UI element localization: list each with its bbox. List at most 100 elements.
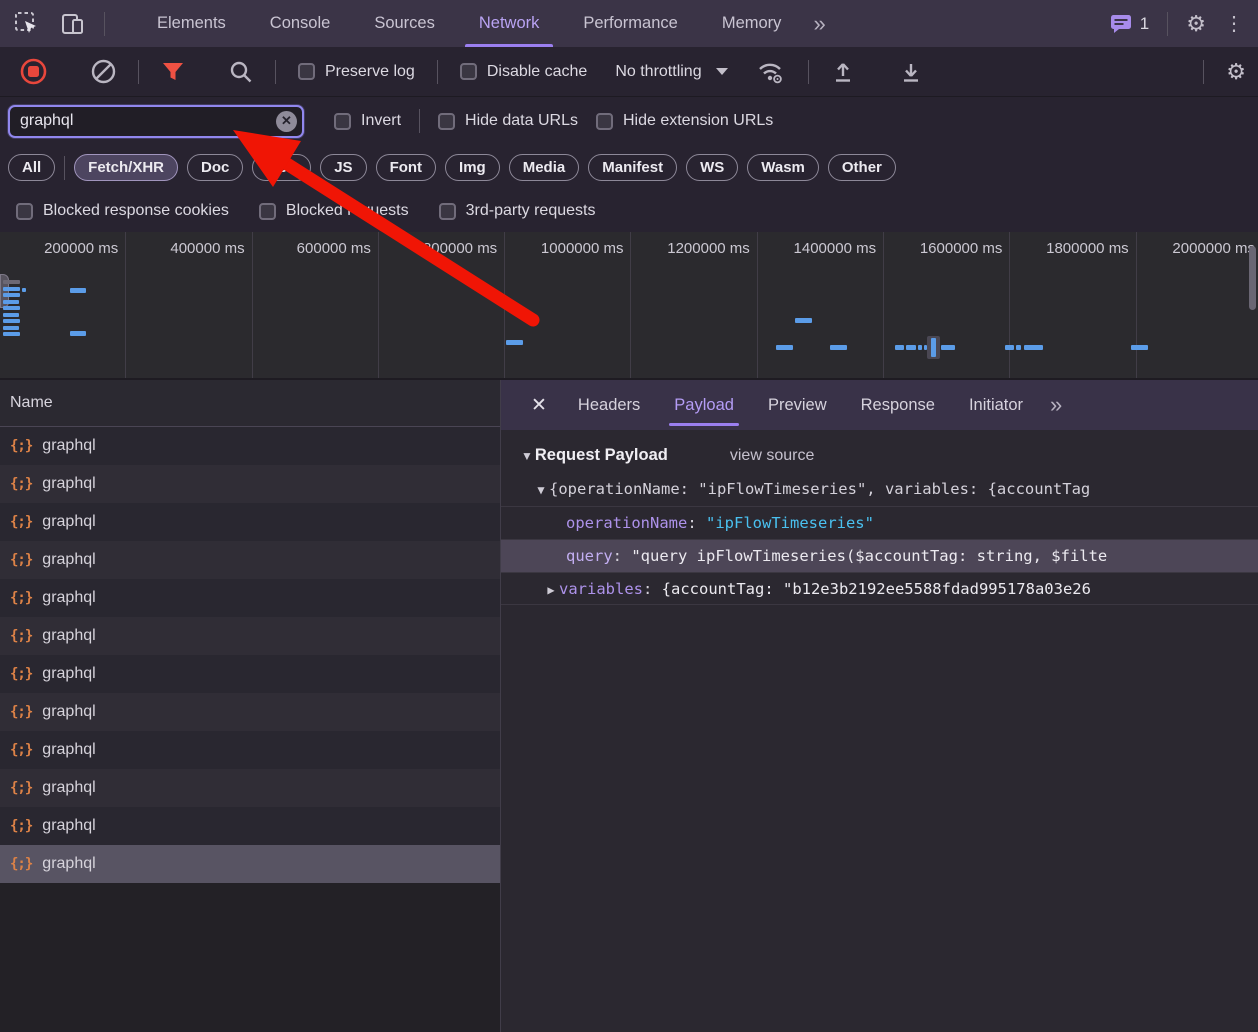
timeline-column: 2000000 ms (1137, 232, 1258, 378)
filter-bar: ✕ Invert Hide data URLs Hide extension U… (0, 97, 1258, 145)
divider (64, 156, 65, 180)
network-conditions-icon[interactable] (756, 59, 786, 85)
third-party-requests-checkbox[interactable]: 3rd-party requests (439, 202, 596, 220)
hide-data-urls-checkbox[interactable]: Hide data URLs (438, 112, 578, 130)
tab-response[interactable]: Response (844, 380, 952, 430)
clear-filter-icon[interactable]: ✕ (276, 111, 297, 132)
invert-checkbox[interactable]: Invert (334, 112, 401, 130)
filter-input[interactable] (8, 105, 304, 138)
import-har-icon[interactable] (831, 60, 855, 84)
filter-icon[interactable] (161, 61, 185, 83)
tab-network[interactable]: Network (457, 0, 562, 47)
timeline-tick-label: 800000 ms (423, 240, 497, 257)
tab-payload[interactable]: Payload (657, 380, 751, 430)
timeline-column: 400000 ms (126, 232, 252, 378)
timeline-column: 1400000 ms (758, 232, 884, 378)
request-row[interactable]: {;}graphql (0, 693, 500, 731)
network-settings-gear-icon[interactable]: ⚙ (1226, 61, 1246, 83)
request-row[interactable]: {;}graphql (0, 769, 500, 807)
record-network-log-icon[interactable] (20, 58, 47, 85)
collapse-triangle-icon[interactable]: ▶ (543, 574, 559, 605)
disable-cache-checkbox[interactable]: Disable cache (460, 63, 588, 81)
blocked-requests-label: Blocked requests (286, 202, 409, 220)
chip-manifest[interactable]: Manifest (588, 154, 677, 181)
kebab-menu-icon[interactable]: ⋮ (1224, 14, 1244, 34)
timeline-tick-label: 1200000 ms (667, 240, 750, 257)
section-expand-triangle-icon[interactable]: ▼ (521, 449, 533, 463)
tab-sources[interactable]: Sources (352, 0, 457, 47)
chip-css[interactable]: CSS (252, 154, 311, 181)
timeline-request-bar (941, 345, 955, 350)
preserve-log-checkbox[interactable]: Preserve log (298, 63, 415, 81)
throttling-select[interactable]: No throttling (609, 63, 733, 81)
tab-elements[interactable]: Elements (135, 0, 248, 47)
timeline-column: 600000 ms (253, 232, 379, 378)
chip-img[interactable]: Img (445, 154, 500, 181)
request-row[interactable]: {;}graphql (0, 465, 500, 503)
timeline-request-bar (3, 293, 20, 297)
network-overview-timeline[interactable]: 200000 ms400000 ms600000 ms800000 ms1000… (0, 232, 1258, 380)
payload-row-operation-name[interactable]: operationName: "ipFlowTimeseries" (501, 506, 1258, 539)
settings-gear-icon[interactable]: ⚙ (1186, 13, 1206, 35)
inspect-element-icon[interactable] (14, 11, 40, 37)
request-row[interactable]: {;}graphql (0, 845, 500, 883)
request-row[interactable]: {;}graphql (0, 655, 500, 693)
name-column-header[interactable]: Name (0, 380, 500, 427)
request-row[interactable]: {;}graphql (0, 579, 500, 617)
timeline-column: 1800000 ms (1010, 232, 1136, 378)
chip-media[interactable]: Media (509, 154, 580, 181)
request-row[interactable]: {;}graphql (0, 541, 500, 579)
details-tabbar: ✕ Headers Payload Preview Response Initi… (501, 380, 1258, 430)
blocked-requests-checkbox[interactable]: Blocked requests (259, 202, 409, 220)
tab-headers[interactable]: Headers (561, 380, 657, 430)
view-source-link[interactable]: view source (730, 447, 814, 465)
timeline-scrollbar-thumb[interactable] (1249, 246, 1256, 310)
request-row[interactable]: {;}graphql (0, 807, 500, 845)
chip-doc[interactable]: Doc (187, 154, 243, 181)
chip-fetch-xhr[interactable]: Fetch/XHR (74, 154, 178, 181)
checkbox-box (460, 63, 477, 80)
divider (1167, 12, 1168, 36)
timeline-request-bar (506, 340, 523, 345)
request-name-label: graphql (42, 513, 95, 531)
payload-value: {accountTag: "b12e3b2192ee5588fdad995178… (662, 580, 1091, 598)
search-icon[interactable] (229, 60, 253, 84)
more-tabs-icon[interactable]: » (803, 0, 835, 47)
clear-network-log-icon[interactable] (91, 59, 116, 84)
expand-triangle-icon[interactable]: ▼ (533, 474, 549, 506)
timeline-column: 200000 ms (0, 232, 126, 378)
request-row[interactable]: {;}graphql (0, 731, 500, 769)
tab-initiator[interactable]: Initiator (952, 380, 1040, 430)
request-row[interactable]: {;}graphql (0, 427, 500, 465)
more-detail-tabs-icon[interactable]: » (1040, 380, 1072, 430)
chip-js[interactable]: JS (320, 154, 366, 181)
issues-counter[interactable]: 1 (1110, 14, 1149, 34)
chip-ws[interactable]: WS (686, 154, 738, 181)
request-row[interactable]: {;}graphql (0, 503, 500, 541)
timeline-request-bar (776, 345, 793, 350)
tab-memory[interactable]: Memory (700, 0, 804, 47)
export-har-icon[interactable] (899, 60, 923, 84)
chip-all[interactable]: All (8, 154, 55, 181)
tab-console[interactable]: Console (248, 0, 353, 47)
payload-row-query[interactable]: query: "query ipFlowTimeseries($accountT… (501, 539, 1258, 572)
hide-extension-urls-checkbox[interactable]: Hide extension URLs (596, 112, 773, 130)
chip-font[interactable]: Font (376, 154, 436, 181)
chip-wasm[interactable]: Wasm (747, 154, 819, 181)
request-name-label: graphql (42, 855, 95, 873)
hide-extension-urls-label: Hide extension URLs (623, 112, 773, 130)
request-details-pane: ✕ Headers Payload Preview Response Initi… (501, 380, 1258, 1032)
payload-root-row[interactable]: ▼{operationName: "ipFlowTimeseries", var… (501, 473, 1258, 506)
tab-performance[interactable]: Performance (561, 0, 699, 47)
timeline-request-bar (3, 313, 19, 317)
blocked-response-cookies-checkbox[interactable]: Blocked response cookies (16, 202, 229, 220)
tab-preview[interactable]: Preview (751, 380, 844, 430)
json-request-icon: {;} (10, 476, 32, 492)
close-details-icon[interactable]: ✕ (517, 380, 561, 430)
payload-row-variables[interactable]: ▶variables: {accountTag: "b12e3b2192ee55… (501, 572, 1258, 605)
chip-other[interactable]: Other (828, 154, 896, 181)
timeline-request-bar (1131, 345, 1148, 350)
request-row[interactable]: {;}graphql (0, 617, 500, 655)
third-party-requests-label: 3rd-party requests (466, 202, 596, 220)
device-toolbar-icon[interactable] (60, 11, 86, 37)
